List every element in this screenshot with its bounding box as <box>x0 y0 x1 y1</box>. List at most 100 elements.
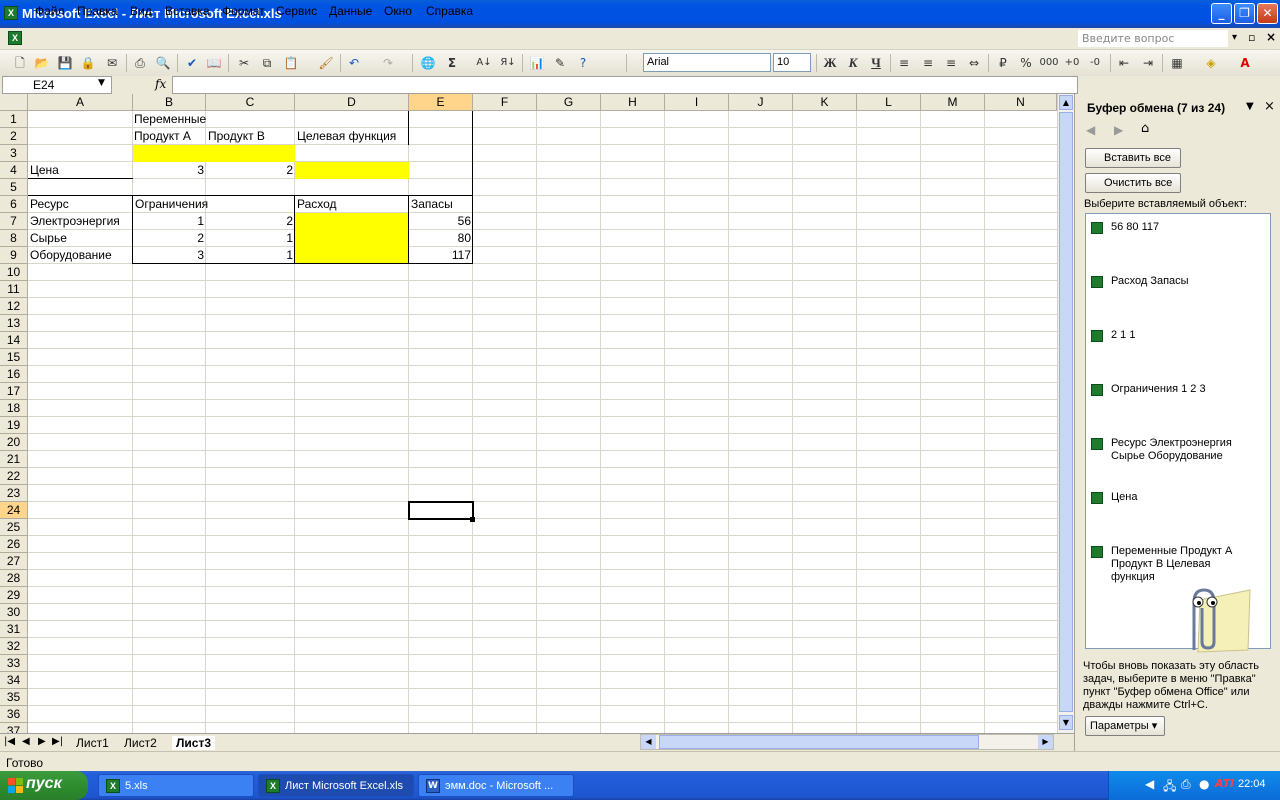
column-header-j[interactable]: J <box>729 94 793 111</box>
cell-b1[interactable]: Переменные <box>132 111 232 128</box>
menu-data[interactable]: Данные <box>329 4 372 18</box>
row-header-19[interactable]: 19 <box>0 417 28 434</box>
column-header-g[interactable]: G <box>537 94 601 111</box>
cell-a4[interactable]: Цена <box>28 162 133 179</box>
last-sheet-icon[interactable]: ▶| <box>52 736 63 747</box>
increase-decimal-icon[interactable]: +0 <box>1064 55 1080 71</box>
row-header-32[interactable]: 32 <box>0 638 28 655</box>
next-sheet-icon[interactable]: ▶ <box>38 736 46 747</box>
insert-function-button[interactable]: fx <box>155 77 166 91</box>
row-header-22[interactable]: 22 <box>0 468 28 485</box>
clipboard-item[interactable]: Переменные Продукт A Продукт B Целевая ф… <box>1111 545 1241 584</box>
network-icon[interactable]: 🖧 <box>1163 777 1176 798</box>
row-header-25[interactable]: 25 <box>0 519 28 536</box>
column-header-d[interactable]: D <box>295 94 409 111</box>
underline-button[interactable]: Ч <box>868 55 884 71</box>
tray-app-icon[interactable]: ● <box>1199 777 1209 791</box>
row-header-36[interactable]: 36 <box>0 706 28 723</box>
row-header-16[interactable]: 16 <box>0 366 28 383</box>
scroll-thumb[interactable] <box>1059 112 1073 712</box>
open-icon[interactable]: 📂 <box>34 55 50 71</box>
forward-icon[interactable]: ▶ <box>1114 123 1123 137</box>
task-5-xls[interactable]: 5.xls <box>98 774 254 797</box>
row-header-3[interactable]: 3 <box>0 145 28 162</box>
maximize-button[interactable]: ❐ <box>1234 3 1255 24</box>
decrease-decimal-icon[interactable]: -0 <box>1087 55 1103 71</box>
menu-file[interactable]: Файл <box>35 4 65 18</box>
cell-b7[interactable]: 1 <box>133 213 206 230</box>
percent-button[interactable]: % <box>1018 55 1034 71</box>
row-header-20[interactable]: 20 <box>0 434 28 451</box>
column-header-h[interactable]: H <box>601 94 665 111</box>
bold-button[interactable]: Ж <box>822 55 838 71</box>
undo-icon[interactable]: ↶ <box>346 55 362 71</box>
cell-c2[interactable]: Продукт B <box>206 128 295 145</box>
research-icon[interactable]: 📖 <box>206 55 222 71</box>
active-cell-e24[interactable] <box>408 501 474 520</box>
menu-format[interactable]: Формат <box>222 4 265 18</box>
drawing-icon[interactable]: ✎ <box>552 55 568 71</box>
row-header-31[interactable]: 31 <box>0 621 28 638</box>
name-box-dropdown-icon[interactable]: ▼ <box>98 78 105 88</box>
row-header-27[interactable]: 27 <box>0 553 28 570</box>
column-header-k[interactable]: K <box>793 94 857 111</box>
align-right-icon[interactable]: ≡ <box>943 55 959 71</box>
column-header-e[interactable]: E <box>409 94 473 111</box>
format-painter-icon[interactable]: 🖌 <box>318 55 334 71</box>
close-button[interactable]: ✕ <box>1257 3 1278 24</box>
horizontal-scrollbar[interactable]: ◀ ▶ <box>640 734 1054 750</box>
cell-d6[interactable]: Расход <box>295 196 409 213</box>
decrease-indent-icon[interactable]: ⇤ <box>1116 55 1132 71</box>
row-header-30[interactable]: 30 <box>0 604 28 621</box>
row-header-4[interactable]: 4 <box>0 162 28 179</box>
column-header-a[interactable]: A <box>28 94 133 111</box>
home-icon[interactable]: ⌂ <box>1141 121 1149 136</box>
excel-app-icon[interactable]: X <box>4 6 18 20</box>
ask-question-input[interactable]: Введите вопрос <box>1078 30 1228 47</box>
menu-help[interactable]: Справка <box>426 4 473 18</box>
select-all-corner[interactable] <box>0 94 28 111</box>
ask-dropdown-icon[interactable]: ▾ <box>1232 32 1237 43</box>
sheet-tab-2[interactable]: Лист2 <box>124 736 157 750</box>
column-header-c[interactable]: C <box>206 94 295 111</box>
row-header-6[interactable]: 6 <box>0 196 28 213</box>
cell-b4[interactable]: 3 <box>133 162 206 179</box>
row-header-26[interactable]: 26 <box>0 536 28 553</box>
minimize-button[interactable]: _ <box>1211 3 1232 24</box>
first-sheet-icon[interactable]: |◀ <box>4 736 15 747</box>
row-header-21[interactable]: 21 <box>0 451 28 468</box>
cut-icon[interactable]: ✂ <box>236 55 252 71</box>
sort-ascending-icon[interactable]: A↓ <box>476 55 492 71</box>
menu-insert[interactable]: Вставка <box>165 4 210 18</box>
prev-sheet-icon[interactable]: ◀ <box>22 736 30 747</box>
row-header-11[interactable]: 11 <box>0 281 28 298</box>
scroll-up-icon[interactable]: ▲ <box>1059 95 1073 110</box>
row-header-14[interactable]: 14 <box>0 332 28 349</box>
cell-c8[interactable]: 1 <box>206 230 295 247</box>
clipboard-item[interactable]: 56 80 117 <box>1111 221 1241 234</box>
menu-edit[interactable]: Правка <box>77 4 118 18</box>
sheet-tab-3[interactable]: Лист3 <box>172 736 216 750</box>
printer-tray-icon[interactable]: ⎙ <box>1181 777 1191 792</box>
scroll-down-icon[interactable]: ▼ <box>1059 715 1073 730</box>
menu-tools[interactable]: Сервис <box>276 4 317 18</box>
doc-restore-icon[interactable]: ▫ <box>1248 31 1255 44</box>
row-header-33[interactable]: 33 <box>0 655 28 672</box>
spelling-icon[interactable]: ✔ <box>184 55 200 71</box>
merge-center-icon[interactable]: ⇔ <box>966 55 982 71</box>
row-header-8[interactable]: 8 <box>0 230 28 247</box>
align-left-icon[interactable]: ≡ <box>896 55 912 71</box>
tray-arrow-icon[interactable]: ◀ <box>1145 777 1154 791</box>
vertical-scrollbar[interactable]: ▲ ▼ <box>1057 94 1074 733</box>
font-name-select[interactable]: Arial <box>643 53 771 72</box>
row-header-17[interactable]: 17 <box>0 383 28 400</box>
cell-e7[interactable]: 56 <box>409 213 473 230</box>
cell-c7[interactable]: 2 <box>206 213 295 230</box>
cell-c4[interactable]: 2 <box>206 162 295 179</box>
thousands-button[interactable]: 000 <box>1039 55 1059 71</box>
cell-a7[interactable]: Электроэнергия <box>28 213 133 230</box>
fill-handle[interactable] <box>470 517 475 522</box>
row-header-1[interactable]: 1 <box>0 111 28 128</box>
consumption-cells-d7-d9[interactable] <box>295 213 409 264</box>
italic-button[interactable]: К <box>845 55 861 71</box>
